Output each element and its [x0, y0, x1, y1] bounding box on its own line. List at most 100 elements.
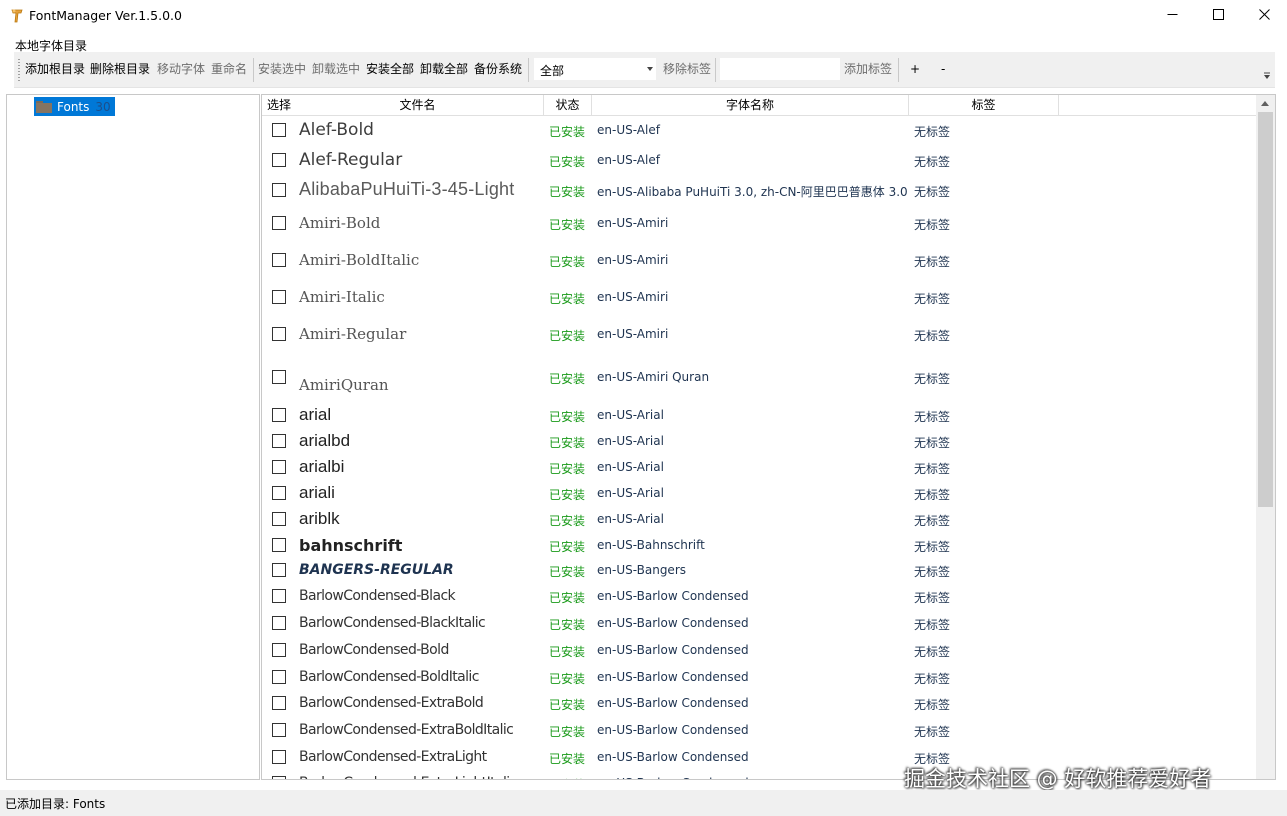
- move-font-button[interactable]: 移动字体: [157, 62, 205, 76]
- row-checkbox[interactable]: [272, 183, 286, 197]
- font-tag: 无标签: [914, 292, 951, 306]
- uninstall-all-button[interactable]: 卸载全部: [420, 62, 468, 76]
- plus-button[interactable]: +: [910, 62, 920, 76]
- table-row[interactable]: arialbd 已安装 en-US-Arial 无标签: [262, 429, 1258, 455]
- column-header-tag[interactable]: 标签: [909, 95, 1059, 115]
- font-tag: 无标签: [914, 540, 951, 554]
- table-row[interactable]: ariblk 已安装 en-US-Arial 无标签: [262, 507, 1258, 533]
- row-checkbox[interactable]: [272, 670, 286, 684]
- row-checkbox[interactable]: [272, 643, 286, 657]
- install-status: 已安装: [549, 436, 586, 450]
- table-row[interactable]: BarlowCondensed-ExtraBoldItalic 已安装 en-US-…: [262, 717, 1258, 744]
- table-row[interactable]: BarlowCondensed-ExtraBold 已安装 en-US-Barlow…: [262, 691, 1258, 717]
- table-row[interactable]: Amiri-Regular 已安装 en-US-Amiri 无标签: [262, 316, 1258, 353]
- toolbar-separator: [898, 58, 899, 82]
- row-checkbox[interactable]: [272, 776, 286, 779]
- close-icon: [1258, 9, 1270, 23]
- row-checkbox[interactable]: [272, 216, 286, 230]
- row-checkbox[interactable]: [272, 750, 286, 764]
- font-file-name: bahnschrift: [299, 536, 403, 555]
- table-row[interactable]: arial 已安装 en-US-Arial 无标签: [262, 403, 1258, 429]
- add-root-button[interactable]: 添加根目录: [25, 62, 85, 76]
- remove-tag-button[interactable]: 移除标签: [663, 62, 711, 76]
- table-row[interactable]: bahnschrift 已安装 en-US-Bahnschrift 无标签: [262, 533, 1258, 558]
- row-checkbox[interactable]: [272, 538, 286, 552]
- table-row[interactable]: AlibabaPuHuiTi-3-45-Light 已安装 en-US-Alibab…: [262, 176, 1258, 206]
- row-checkbox[interactable]: [272, 290, 286, 304]
- table-row[interactable]: Amiri-Italic 已安装 en-US-Amiri 无标签: [262, 279, 1258, 316]
- install-status: 已安装: [549, 540, 586, 554]
- install-status: 已安装: [549, 618, 586, 632]
- minus-button[interactable]: -: [941, 62, 945, 76]
- column-header-font-name[interactable]: 字体名称: [592, 95, 909, 115]
- row-checkbox[interactable]: [272, 370, 286, 384]
- row-checkbox[interactable]: [272, 723, 286, 737]
- toolbar-overflow-button[interactable]: [1263, 72, 1271, 82]
- font-face-name: en-US-Amiri: [597, 253, 669, 267]
- row-checkbox[interactable]: [272, 460, 286, 474]
- table-row[interactable]: arialbi 已安装 en-US-Arial 无标签: [262, 455, 1258, 481]
- vertical-scrollbar[interactable]: [1256, 95, 1275, 779]
- font-face-name: en-US-Arial: [597, 486, 664, 500]
- row-checkbox[interactable]: [272, 253, 286, 267]
- install-status: 已安装: [549, 645, 586, 659]
- install-status: 已安装: [549, 752, 586, 766]
- maximize-button[interactable]: [1195, 0, 1241, 32]
- minimize-button[interactable]: [1149, 0, 1195, 32]
- install-all-button[interactable]: 安装全部: [366, 62, 414, 76]
- table-row[interactable]: BarlowCondensed-BlackItalic 已安装 en-US-Barl…: [262, 610, 1258, 637]
- rename-button[interactable]: 重命名: [211, 62, 247, 76]
- tree-node-fonts[interactable]: Fonts 30: [34, 97, 115, 116]
- row-checkbox[interactable]: [272, 616, 286, 630]
- table-row[interactable]: BarlowCondensed-BoldItalic 已安装 en-US-Barlo…: [262, 664, 1258, 691]
- table-row[interactable]: Alef-Regular 已安装 en-US-Alef 无标签: [262, 146, 1258, 176]
- row-checkbox[interactable]: [272, 589, 286, 603]
- scroll-up-icon[interactable]: [1261, 101, 1269, 106]
- table-row[interactable]: Amiri-BoldItalic 已安装 en-US-Amiri 无标签: [262, 242, 1258, 279]
- font-tag: 无标签: [914, 645, 951, 659]
- scrollbar-thumb[interactable]: [1258, 112, 1273, 507]
- row-checkbox[interactable]: [272, 696, 286, 710]
- font-tag: 无标签: [914, 672, 951, 686]
- table-row[interactable]: BarlowCondensed-Black 已安装 en-US-Barlow Con…: [262, 584, 1258, 610]
- table-row[interactable]: AmiriQuran 已安装 en-US-Amiri Quran 无标签: [262, 353, 1258, 403]
- tag-input[interactable]: [720, 58, 840, 80]
- toolbar-grip[interactable]: [18, 59, 20, 81]
- font-file-name: AlibabaPuHuiTi-3-45-Light: [299, 179, 515, 199]
- row-checkbox[interactable]: [272, 563, 286, 577]
- font-file-name: BarlowCondensed-BlackItalic: [299, 615, 486, 631]
- remove-root-button[interactable]: 删除根目录: [90, 62, 150, 76]
- font-tag: 无标签: [914, 218, 951, 232]
- font-file-name: arial: [299, 405, 332, 424]
- install-status: 已安装: [549, 372, 586, 386]
- backup-system-button[interactable]: 备份系统: [474, 62, 522, 76]
- uninstall-selected-button[interactable]: 卸载选中: [312, 62, 360, 76]
- install-status: 已安装: [549, 185, 586, 199]
- tree-node-count: 30: [95, 99, 111, 114]
- row-checkbox[interactable]: [272, 327, 286, 341]
- add-tag-button[interactable]: 添加标签: [844, 62, 892, 76]
- font-tag: 无标签: [914, 725, 951, 739]
- close-button[interactable]: [1241, 0, 1287, 32]
- column-header-select[interactable]: 选择: [262, 95, 292, 115]
- font-face-name: en-US-Bangers: [597, 563, 686, 577]
- row-checkbox[interactable]: [272, 486, 286, 500]
- install-selected-button[interactable]: 安装选中: [258, 62, 306, 76]
- column-header-file-name[interactable]: 文件名: [292, 95, 544, 115]
- tag-filter-select[interactable]: 全部: [534, 58, 656, 80]
- title-bar: FontManager Ver.1.5.0.0: [0, 0, 1287, 32]
- row-checkbox[interactable]: [272, 434, 286, 448]
- table-row[interactable]: BarlowCondensed-Bold 已安装 en-US-Barlow Cond…: [262, 637, 1258, 664]
- table-row[interactable]: Alef-Bold 已安装 en-US-Alef 无标签: [262, 116, 1258, 146]
- table-row[interactable]: BANGERS-REGULAR 已安装 en-US-Bangers 无标签: [262, 558, 1258, 584]
- table-row[interactable]: Amiri-Bold 已安装 en-US-Amiri 无标签: [262, 206, 1258, 242]
- row-checkbox[interactable]: [272, 408, 286, 422]
- watermark: 掘金技术社区 @ 好软推荐爱好者: [904, 767, 1212, 791]
- row-checkbox[interactable]: [272, 123, 286, 137]
- row-checkbox[interactable]: [272, 512, 286, 526]
- row-checkbox[interactable]: [272, 153, 286, 167]
- app-logo-icon: [10, 8, 24, 24]
- table-row[interactable]: ariali 已安装 en-US-Arial 无标签: [262, 481, 1258, 507]
- font-file-name: BarlowCondensed-ExtraLightItalic: [299, 775, 517, 779]
- column-header-status[interactable]: 状态: [544, 95, 592, 115]
